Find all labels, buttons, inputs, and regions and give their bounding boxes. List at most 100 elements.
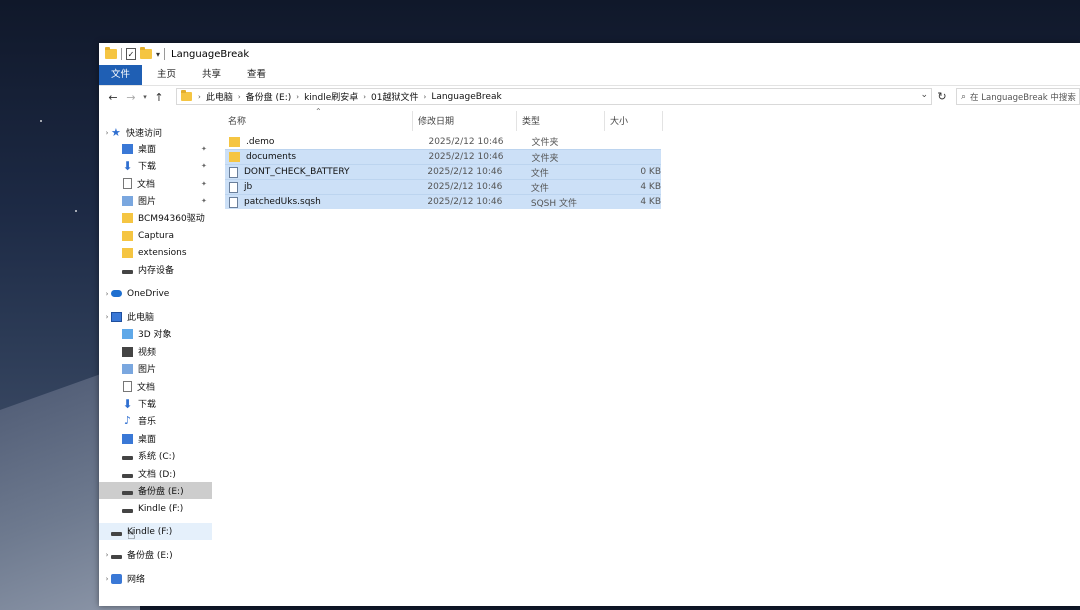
file-date: 2025/2/12 10:46 bbox=[428, 152, 504, 162]
sidebar-item-kindle-drive[interactable]: Kindle (F:) bbox=[99, 523, 212, 540]
sidebar-item-bcm-driver[interactable]: BCM94360驱动 bbox=[99, 209, 212, 226]
sidebar-item-label: 桌面 bbox=[138, 435, 157, 445]
tab-home[interactable]: 主页 bbox=[144, 65, 189, 85]
desktop-icon bbox=[122, 143, 133, 154]
expand-arrow-icon[interactable]: › bbox=[103, 290, 111, 298]
breadcrumb-drive-e[interactable]: 备份盘 (E:) bbox=[241, 90, 297, 103]
sidebar-item-quick-access[interactable]: › ★ 快速访问 bbox=[99, 124, 212, 141]
sidebar-item-drive-c[interactable]: 系统 (C:) bbox=[99, 447, 212, 464]
column-divider[interactable] bbox=[412, 111, 413, 131]
sidebar-item-captura[interactable]: Captura bbox=[99, 227, 212, 244]
file-icon bbox=[229, 181, 238, 193]
file-row[interactable]: DONT_CHECK_BATTERY 2025/2/12 10:46 文件 0 … bbox=[225, 164, 661, 179]
sidebar-item-network[interactable]: › 网络 bbox=[99, 570, 212, 587]
sidebar-item-videos[interactable]: 视频 bbox=[99, 343, 212, 360]
column-divider[interactable] bbox=[662, 111, 663, 131]
file-row[interactable]: documents 2025/2/12 10:46 文件夹 bbox=[225, 149, 661, 164]
drive-icon bbox=[122, 451, 133, 461]
sort-ascending-icon: ⌃ bbox=[315, 107, 322, 116]
sidebar-item-drive-d[interactable]: 文档 (D:) bbox=[99, 465, 212, 482]
sidebar-item-documents-pc[interactable]: 文档 bbox=[99, 378, 212, 395]
sidebar-item-onedrive[interactable]: › OneDrive bbox=[99, 285, 212, 302]
breadcrumb-kindle-folder[interactable]: kindle刷安卓 bbox=[299, 90, 363, 103]
file-size: 0 KB bbox=[640, 167, 661, 177]
sidebar-item-music[interactable]: ♪ 音乐 bbox=[99, 412, 212, 429]
sidebar-item-label: 网络 bbox=[127, 575, 146, 585]
address-bar[interactable]: › 此电脑 › 备份盘 (E:) › kindle刷安卓 › 01越狱文件 › … bbox=[176, 88, 932, 105]
column-divider[interactable] bbox=[516, 111, 517, 131]
folder-icon bbox=[181, 90, 192, 101]
toolbar-divider bbox=[121, 48, 122, 60]
sidebar-item-label: 系统 (C:) bbox=[138, 452, 176, 462]
expand-arrow-icon[interactable]: › bbox=[103, 129, 111, 137]
sidebar-item-label: 音乐 bbox=[138, 417, 157, 427]
column-header-name[interactable]: 名称 bbox=[228, 111, 246, 129]
sidebar-item-pictures-pc[interactable]: 图片 bbox=[99, 360, 212, 377]
file-type: 文件夹 bbox=[531, 138, 559, 148]
address-history-dropdown-icon[interactable]: ⌄ bbox=[920, 90, 928, 100]
tab-view[interactable]: 查看 bbox=[234, 65, 279, 85]
refresh-icon[interactable]: ↻ bbox=[935, 90, 949, 103]
sidebar-item-drive-f[interactable]: Kindle (F:) bbox=[99, 500, 212, 517]
folder-icon bbox=[122, 212, 133, 223]
sidebar-item-desktop-pc[interactable]: 桌面 bbox=[99, 430, 212, 447]
column-divider[interactable] bbox=[604, 111, 605, 131]
sidebar-item-extensions[interactable]: extensions bbox=[99, 244, 212, 261]
sidebar-item-backup-drive[interactable]: › 备份盘 (E:) bbox=[99, 546, 212, 563]
sidebar-item-documents[interactable]: 文档 ✦ bbox=[99, 175, 212, 192]
back-arrow-icon[interactable]: ← bbox=[104, 91, 122, 104]
tab-file[interactable]: 文件 bbox=[99, 65, 143, 85]
file-type: 文件 bbox=[530, 168, 549, 179]
file-type: 文件夹 bbox=[531, 153, 559, 164]
breadcrumb-this-pc[interactable]: 此电脑 bbox=[201, 90, 238, 103]
file-row[interactable]: jb 2025/2/12 10:46 文件 4 KB bbox=[225, 179, 661, 194]
3d-objects-icon bbox=[122, 328, 133, 339]
breadcrumb-jailbreak-folder[interactable]: 01越狱文件 bbox=[366, 90, 423, 103]
computer-icon bbox=[111, 311, 122, 322]
sidebar-item-memory-device[interactable]: 内存设备 bbox=[99, 261, 212, 278]
sidebar-item-drive-e[interactable]: 备份盘 (E:) bbox=[99, 482, 212, 499]
folder-icon bbox=[229, 136, 240, 147]
sidebar-item-pictures[interactable]: 图片 ✦ bbox=[99, 192, 212, 209]
tab-share[interactable]: 共享 bbox=[189, 65, 234, 85]
file-date: 2025/2/12 10:46 bbox=[428, 136, 504, 147]
breadcrumb-current-folder[interactable]: LanguageBreak bbox=[426, 92, 506, 102]
folder-icon bbox=[122, 247, 133, 258]
up-arrow-icon[interactable]: ↑ bbox=[150, 91, 168, 104]
music-icon: ♪ bbox=[123, 413, 132, 427]
column-header-type[interactable]: 类型 bbox=[522, 111, 540, 129]
sidebar-item-label: Captura bbox=[138, 230, 174, 241]
recent-locations-icon[interactable]: ▾ bbox=[140, 93, 150, 101]
drive-icon bbox=[122, 469, 133, 479]
customize-toolbar-icon[interactable]: ▾ bbox=[156, 50, 160, 59]
new-folder-icon[interactable] bbox=[140, 47, 152, 59]
cloud-icon bbox=[111, 290, 122, 297]
file-date: 2025/2/12 10:46 bbox=[427, 197, 503, 207]
file-date: 2025/2/12 10:46 bbox=[427, 182, 503, 192]
column-header-size[interactable]: 大小 bbox=[610, 111, 628, 129]
column-header-date[interactable]: 修改日期 bbox=[418, 111, 454, 129]
wallpaper-star bbox=[75, 210, 77, 212]
expand-arrow-icon[interactable]: › bbox=[103, 313, 111, 321]
file-size: 4 KB bbox=[640, 182, 661, 192]
expand-arrow-icon[interactable]: › bbox=[103, 551, 111, 559]
sidebar-item-label: 文档 bbox=[137, 383, 156, 393]
sidebar-item-3d-objects[interactable]: 3D 对象 bbox=[99, 325, 212, 342]
properties-icon[interactable]: ✓ bbox=[126, 48, 136, 60]
expand-arrow-icon[interactable]: › bbox=[103, 575, 111, 583]
sidebar-item-label: 此电脑 bbox=[127, 313, 155, 323]
file-icon bbox=[229, 166, 238, 178]
sidebar-item-label: 下载 bbox=[138, 162, 157, 172]
search-input[interactable]: ⌕ 在 LanguageBreak 中搜索 bbox=[956, 88, 1080, 105]
sidebar-item-downloads[interactable]: ⬇ 下载 ✦ bbox=[99, 157, 212, 174]
forward-arrow-icon[interactable]: → bbox=[122, 91, 140, 104]
sidebar-item-desktop[interactable]: 桌面 ✦ bbox=[99, 140, 212, 157]
file-name: .demo bbox=[246, 136, 275, 147]
sidebar-item-downloads-pc[interactable]: ⬇ 下载 bbox=[99, 395, 212, 412]
sidebar-item-label: 备份盘 (E:) bbox=[138, 487, 184, 497]
file-row[interactable]: patchedUks.sqsh 2025/2/12 10:46 SQSH 文件 … bbox=[225, 194, 661, 209]
file-row[interactable]: .demo 2025/2/12 10:46 文件夹 bbox=[225, 134, 661, 149]
sidebar-item-label: OneDrive bbox=[127, 288, 170, 299]
sidebar-item-this-pc[interactable]: › 此电脑 bbox=[99, 308, 212, 325]
sidebar-item-label: Kindle (F:) bbox=[138, 503, 184, 514]
